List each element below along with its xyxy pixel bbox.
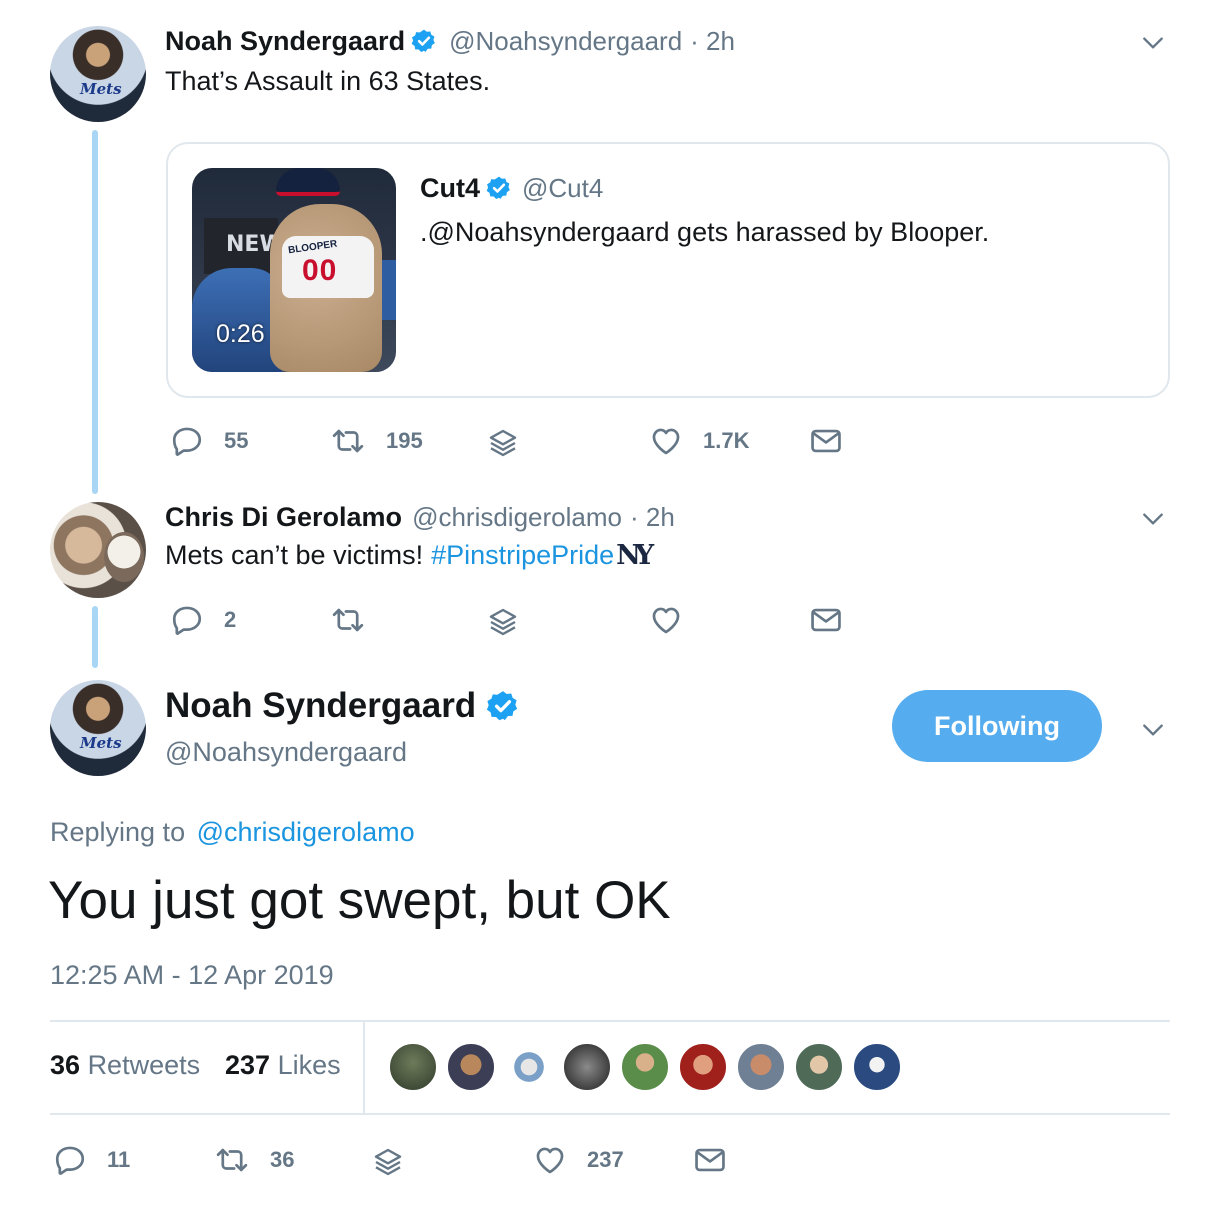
quoted-header: Cut4 @Cut4 [420, 172, 603, 204]
liker-avatar[interactable] [794, 1042, 844, 1092]
tweet1-retweet-button[interactable]: 195 [330, 424, 423, 458]
tweet1-menu-chevron-down-icon[interactable] [1140, 30, 1166, 56]
main-author-row: Noah Syndergaard [165, 684, 520, 728]
stats-bottom-divider [50, 1113, 1170, 1115]
stats-top-divider [50, 1020, 1170, 1022]
liker-avatar[interactable] [852, 1042, 902, 1092]
tweet2-hashtag[interactable]: #PinstripePride [431, 540, 614, 571]
thread-line-1 [92, 130, 98, 494]
likes-stat-label: Likes [277, 1050, 341, 1080]
tweet1-author-name[interactable]: Noah Syndergaard [165, 26, 405, 57]
envelope-icon [693, 1143, 727, 1177]
tweet1-handle[interactable]: @Noahsyndergaard [449, 26, 682, 57]
tweet1-retweet-count: 195 [386, 428, 423, 453]
tweet2-body: Mets can’t be victims! #PinstripePride N… [165, 540, 654, 571]
replying-prefix: Replying to [50, 817, 186, 847]
verified-badge-icon [486, 175, 512, 201]
reply-icon [170, 424, 204, 458]
tweet1-like-button[interactable]: 1.7K [649, 424, 749, 458]
avatar-chris[interactable] [50, 502, 146, 598]
tweet2-reply-button[interactable]: 2 [170, 603, 236, 637]
thread-line-2 [92, 606, 98, 668]
mascot-cap [276, 168, 340, 196]
main-timestamp[interactable]: 12:25 AM - 12 Apr 2019 [50, 960, 334, 991]
reply-icon [53, 1143, 87, 1177]
liker-avatar[interactable] [504, 1042, 554, 1092]
main-dm-button[interactable] [693, 1143, 727, 1177]
tweet2-dm-button[interactable] [809, 603, 843, 637]
main-retweet-count: 36 [270, 1147, 295, 1172]
liker-avatar[interactable] [678, 1042, 728, 1092]
retweets-stat-label: Retweets [87, 1050, 201, 1080]
retweet-icon [330, 603, 366, 637]
liker-avatar[interactable] [446, 1042, 496, 1092]
tweet2-retweet-button[interactable] [330, 603, 366, 637]
main-retweet-button[interactable]: 36 [214, 1143, 294, 1177]
main-reply-count: 11 [107, 1147, 131, 1172]
quoted-author-name: Cut4 [420, 172, 480, 203]
main-tweet-text: You just got swept, but OK [48, 871, 671, 930]
likes-stat[interactable]: 237 Likes [225, 1050, 341, 1081]
retweet-icon [214, 1143, 250, 1177]
envelope-icon [809, 603, 843, 637]
envelope-icon [809, 424, 843, 458]
main-like-button[interactable]: 237 [533, 1143, 624, 1177]
tweet2-menu-chevron-down-icon[interactable] [1140, 506, 1166, 532]
reply-icon [170, 603, 204, 637]
liker-avatar[interactable] [736, 1042, 786, 1092]
tweet1-text: That’s Assault in 63 States. [165, 66, 491, 96]
dog-face [104, 532, 144, 582]
main-author-name[interactable]: Noah Syndergaard [165, 686, 476, 726]
tweet1-dm-button[interactable] [809, 424, 843, 458]
following-button[interactable]: Following [892, 690, 1102, 762]
tweet1-reply-count: 55 [224, 428, 249, 453]
replying-to-handle[interactable]: @chrisdigerolamo [197, 817, 415, 847]
main-reply-button[interactable]: 11 [53, 1143, 130, 1177]
tweet1-like-count: 1.7K [703, 428, 750, 453]
liker-avatar[interactable] [562, 1042, 612, 1092]
tweet2-author-name[interactable]: Chris Di Gerolamo [165, 502, 402, 533]
liker-avatar[interactable] [620, 1042, 670, 1092]
mets-logo-text: Mets [80, 80, 122, 98]
share-layers-icon [487, 426, 519, 460]
mets-logo-text: Mets [80, 734, 122, 752]
heart-icon [533, 1143, 567, 1177]
likes-stat-count: 237 [225, 1050, 271, 1080]
tweet2-like-button[interactable] [649, 603, 683, 637]
tweet2-text: Mets can’t be victims! [165, 540, 424, 570]
heart-icon [649, 603, 683, 637]
video-duration-badge: 0:26 [216, 320, 265, 348]
tweet2-reply-count: 2 [224, 607, 237, 632]
share-layers-icon [372, 1145, 404, 1179]
tweet1-share-button[interactable] [487, 426, 519, 460]
main-share-button[interactable] [372, 1145, 404, 1179]
main-author-handle[interactable]: @Noahsyndergaard [165, 737, 407, 768]
retweet-icon [330, 424, 366, 458]
tweet1-time[interactable]: · 2h [690, 26, 735, 57]
tweet1-header: Noah Syndergaard @Noahsyndergaard · 2h [165, 24, 735, 58]
retweets-stat-count: 36 [50, 1050, 81, 1080]
tweet2-header: Chris Di Gerolamo @chrisdigerolamo · 2h [165, 500, 675, 534]
quoted-handle: @Cut4 [522, 172, 604, 203]
liker-avatar[interactable] [388, 1042, 438, 1092]
stats-vertical-divider [363, 1022, 365, 1114]
quoted-video-thumbnail[interactable]: NEW BLOOPER 00 0:26 [192, 168, 396, 372]
share-layers-icon [487, 605, 519, 639]
heart-icon [649, 424, 683, 458]
yankees-logo-icon: NY [616, 540, 654, 571]
main-like-count: 237 [587, 1147, 624, 1172]
tweet1-reply-button[interactable]: 55 [170, 424, 248, 458]
replying-to-line: Replying to @chrisdigerolamo [50, 817, 415, 848]
quoted-text: .@Noahsyndergaard gets harassed by Bloop… [420, 217, 990, 247]
retweets-stat[interactable]: 36 Retweets [50, 1050, 200, 1081]
verified-badge-icon [486, 689, 520, 723]
tweet2-share-button[interactable] [487, 605, 519, 639]
jersey-number-text: 00 [302, 254, 338, 287]
avatar-noah-1[interactable]: Mets [50, 26, 146, 122]
verified-badge-icon [411, 28, 437, 54]
avatar-noah-main[interactable]: Mets [50, 680, 146, 776]
tweet2-handle[interactable]: @chrisdigerolamo [412, 502, 622, 533]
tweet2-time[interactable]: · 2h [630, 502, 675, 533]
main-menu-chevron-down-icon[interactable] [1140, 717, 1166, 743]
